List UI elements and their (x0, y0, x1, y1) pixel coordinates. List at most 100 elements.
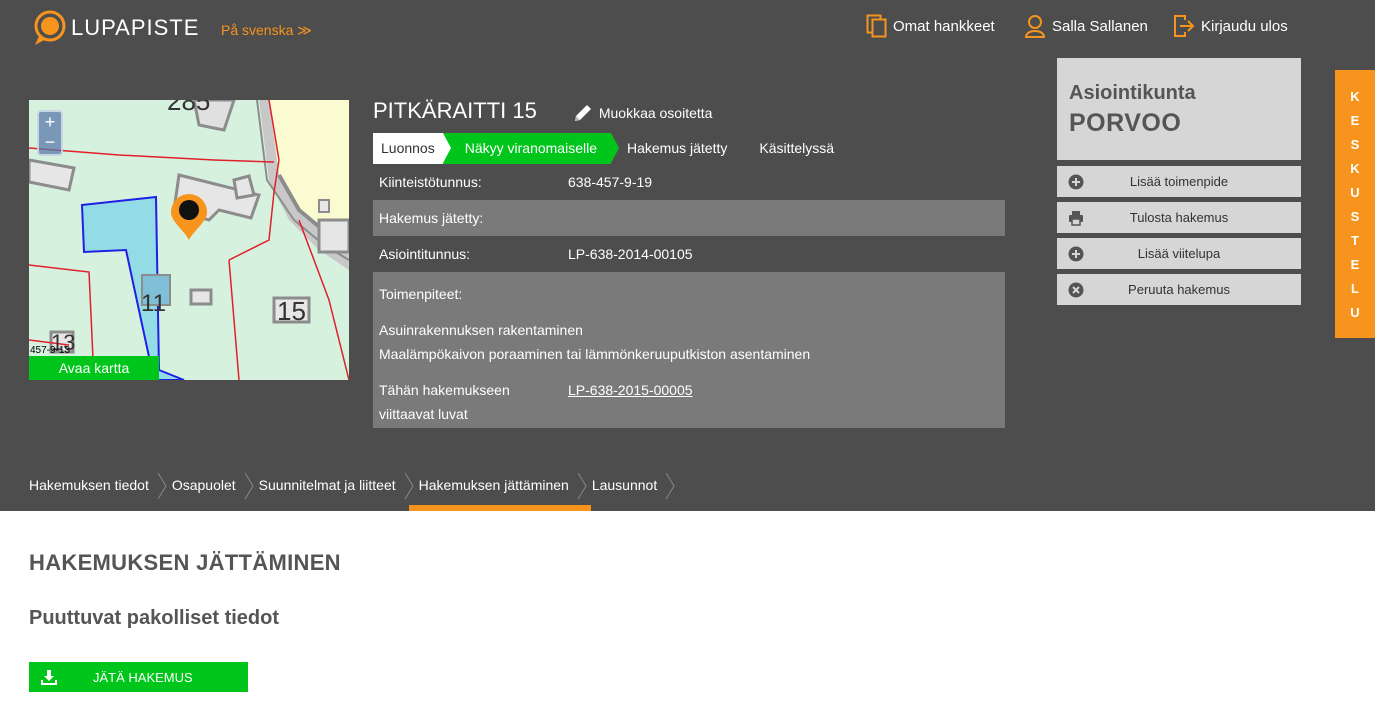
chevron-right-icon (577, 472, 587, 500)
close-circle-icon (1068, 282, 1084, 297)
map-label-15: 15 (277, 296, 306, 326)
zoom-out-button[interactable]: − (39, 132, 61, 152)
chat-tab-letter: E (1350, 257, 1360, 272)
plus-circle-icon (1068, 174, 1084, 189)
authority-name: PORVOO (1069, 109, 1182, 137)
add-operation-button[interactable]: Lisää toimenpide (1057, 166, 1301, 197)
tab-statements[interactable]: Lausunnot (592, 470, 679, 511)
tab-parties[interactable]: Osapuolet (172, 470, 258, 511)
add-reference-permit-label: Lisää viitelupa (1137, 246, 1221, 261)
linked-permit-link[interactable]: LP-638-2015-00005 (568, 382, 693, 398)
tab-label: Hakemuksen jättäminen (418, 477, 569, 493)
map-label-285: 285 (167, 100, 211, 116)
chat-side-tab[interactable]: K E S K U S T E L U (1335, 70, 1375, 338)
info-row-property-id: Kiinteistötunnus: 638-457-9-19 (373, 164, 1005, 200)
info-row-reference: Asiointitunnus: LP-638-2014-00105 (373, 236, 1005, 272)
chat-tab-letter: T (1351, 233, 1359, 248)
edit-address-link[interactable]: Muokkaa osoitetta (573, 103, 713, 123)
submit-application-label: JÄTÄ HAKEMUS (93, 669, 193, 685)
operations-label: Toimenpiteet: (379, 286, 463, 302)
map-zoom-control: + − (37, 110, 63, 156)
submit-application-button[interactable]: JÄTÄ HAKEMUS (29, 662, 248, 692)
info-row-operations: Toimenpiteet: Asuinrakennuksen rakentami… (373, 272, 1005, 428)
submitted-label: Hakemus jätetty: (379, 210, 484, 226)
authority-box: Asiointikunta PORVOO (1057, 58, 1301, 160)
submitted-value (568, 200, 999, 236)
linked-permits-label: Tähän hakemukseen viittaavat luvat (379, 378, 568, 426)
info-row-submitted: Hakemus jätetty: (373, 200, 1005, 236)
application-tabs: Hakemuksen tiedot Osapuolet Suunnitelmat… (29, 470, 680, 511)
property-id-value: 638-457-9-19 (568, 174, 653, 190)
state-processing: Käsittelyssä (759, 140, 835, 156)
open-map-button[interactable]: Avaa kartta (29, 356, 159, 380)
state-visible-to-authority: Näkyy viranomaiselle (442, 133, 620, 164)
logo-icon (33, 10, 67, 46)
user-menu[interactable]: Salla Sallanen (1024, 14, 1148, 38)
location-map[interactable]: 285 11 15 13 457-9-13 + − Avaa kartta (29, 100, 349, 380)
projects-icon (866, 14, 887, 38)
brand-name: LUPAPISTE (71, 15, 200, 40)
page-title: PITKÄRAITTI 15 (373, 98, 537, 123)
plus-circle-icon (1068, 246, 1084, 261)
projects-link[interactable]: Omat hankkeet (866, 14, 995, 38)
lupapiste-logo[interactable]: LUPAPISTE (33, 10, 199, 46)
user-name: Salla Sallanen (1052, 17, 1148, 35)
tab-label: Hakemuksen tiedot (29, 477, 149, 493)
linked-permits-label-line1: Tähän hakemukseen (379, 382, 510, 398)
add-operation-label: Lisää toimenpide (1129, 174, 1229, 189)
location-marker-icon (171, 194, 207, 240)
cancel-application-button[interactable]: Peruuta hakemus (1057, 274, 1301, 305)
chevron-right-icon (665, 472, 675, 500)
chat-tab-letter: L (1351, 281, 1359, 296)
projects-label: Omat hankkeet (893, 17, 995, 35)
printer-icon (1069, 210, 1083, 226)
reference-value: LP-638-2014-00105 (568, 246, 693, 262)
property-id-label: Kiinteistötunnus: (379, 174, 482, 190)
logout-link[interactable]: Kirjaudu ulos (1173, 14, 1288, 38)
chat-tab-letter: K (1350, 161, 1360, 176)
language-link[interactable]: På svenska ≫ (221, 22, 312, 39)
logout-icon (1174, 15, 1195, 37)
pencil-icon (574, 105, 591, 121)
tab-label: Lausunnot (591, 477, 658, 493)
tab-application-info[interactable]: Hakemuksen tiedot (29, 470, 171, 511)
application-state-steps: Luonnos Näkyy viranomaiselle Hakemus jät… (373, 133, 842, 164)
tab-submission[interactable]: Hakemuksen jättäminen (408, 470, 592, 511)
chat-tab-letter: E (1350, 113, 1360, 128)
print-application-button[interactable]: Tulosta hakemus (1057, 202, 1301, 233)
logout-label: Kirjaudu ulos (1201, 17, 1288, 35)
state-draft: Luonnos (373, 133, 443, 164)
chevron-right-icon (157, 472, 167, 500)
zoom-in-button[interactable]: + (39, 112, 61, 132)
tab-label: Osapuolet (171, 477, 236, 493)
chat-tab-letter: U (1350, 185, 1360, 200)
chat-tab-letter: S (1350, 209, 1360, 224)
reference-label: Asiointitunnus: (379, 246, 471, 262)
edit-address-label: Muokkaa osoitetta (598, 105, 713, 121)
top-area: LUPAPISTE På svenska ≫ Omat hankkeet Sal… (0, 0, 1375, 511)
chevron-right-icon (404, 472, 414, 500)
operation-item: Maalämpökaivon poraaminen tai lämmönkeru… (379, 346, 811, 362)
missing-info-heading: Puuttuvat pakolliset tiedot (29, 607, 280, 629)
map-label-11: 11 (141, 290, 166, 317)
linked-permits-label-line2: viittaavat luvat (379, 406, 468, 422)
add-reference-permit-button[interactable]: Lisää viitelupa (1057, 238, 1301, 269)
user-icon (1024, 15, 1046, 38)
chat-tab-letter: U (1350, 305, 1360, 320)
cancel-application-label: Peruuta hakemus (1128, 282, 1230, 297)
linked-permits-row: Tähän hakemukseen viittaavat luvat LP-63… (379, 378, 999, 426)
section-heading: HAKEMUKSEN JÄTTÄMINEN (29, 550, 341, 575)
download-icon (41, 670, 57, 685)
state-submitted: Hakemus jätetty (627, 140, 728, 156)
chat-tab-letter: K (1350, 89, 1360, 104)
application-info-table: Kiinteistötunnus: 638-457-9-19 Hakemus j… (373, 165, 1005, 428)
chat-tab-letter: S (1350, 137, 1360, 152)
map-parcel-code: 457-9-13 (30, 345, 71, 356)
tab-plans-attachments[interactable]: Suunnitelmat ja liitteet (259, 470, 418, 511)
print-application-label: Tulosta hakemus (1129, 210, 1229, 225)
operation-item: Asuinrakennuksen rakentaminen (379, 322, 583, 338)
application-title-row: PITKÄRAITTI 15 Muokkaa osoitetta (373, 98, 712, 124)
tab-label: Suunnitelmat ja liitteet (258, 477, 396, 493)
authority-label: Asiointikunta (1069, 82, 1196, 104)
chevron-right-icon (244, 472, 254, 500)
